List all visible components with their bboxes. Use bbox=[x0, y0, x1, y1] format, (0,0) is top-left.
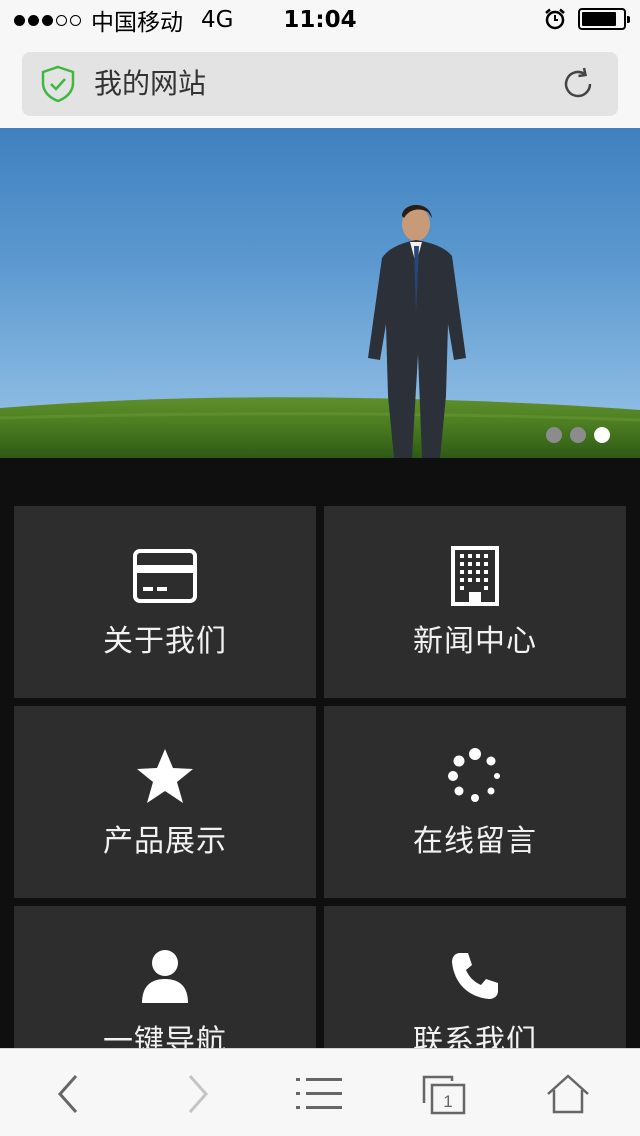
home-icon bbox=[547, 1074, 589, 1114]
carrier-name: 中国移动 bbox=[91, 10, 183, 36]
menu-tile-label: 产品展示 bbox=[103, 824, 227, 859]
chevron-left-icon bbox=[57, 1075, 78, 1113]
menu-tile-news[interactable]: 新闻中心 bbox=[324, 506, 626, 698]
carousel-dot-active[interactable] bbox=[594, 427, 610, 443]
menu-tile-message[interactable]: 在线留言 bbox=[324, 706, 626, 898]
tabs-count: 1 bbox=[443, 1092, 452, 1111]
spinner-icon bbox=[448, 748, 500, 802]
battery-level-fill bbox=[582, 12, 616, 26]
menu-tile-label: 在线留言 bbox=[413, 824, 537, 859]
hero-banner[interactable] bbox=[0, 128, 640, 458]
building-icon bbox=[451, 546, 499, 606]
alarm-icon bbox=[545, 8, 565, 30]
carousel-indicators[interactable] bbox=[546, 427, 610, 443]
reload-icon[interactable] bbox=[560, 66, 596, 102]
menu-tile-about[interactable]: 关于我们 bbox=[14, 506, 316, 698]
address-bar[interactable]: 我的网站 bbox=[22, 52, 618, 116]
menu-tile-label: 关于我们 bbox=[103, 624, 227, 659]
banner-image bbox=[0, 205, 640, 458]
tabs-button[interactable]: 1 bbox=[418, 1071, 470, 1117]
menu-button[interactable] bbox=[293, 1071, 345, 1117]
site-title: 我的网站 bbox=[94, 67, 207, 100]
carousel-dot[interactable] bbox=[546, 427, 562, 443]
home-button[interactable] bbox=[542, 1071, 594, 1117]
phone-icon bbox=[452, 953, 498, 999]
status-bar: 中国移动 4G 11:04 bbox=[0, 0, 640, 40]
signal-strength-icon bbox=[14, 14, 81, 26]
user-icon bbox=[142, 950, 188, 1003]
star-icon bbox=[137, 749, 193, 803]
chevron-right-icon bbox=[188, 1075, 209, 1113]
forward-button[interactable] bbox=[172, 1071, 224, 1117]
network-type: 4G bbox=[201, 7, 234, 33]
back-button[interactable] bbox=[42, 1071, 94, 1117]
browser-toolbar: 1 bbox=[0, 1048, 640, 1136]
menu-tile-label: 新闻中心 bbox=[413, 624, 537, 659]
battery-icon bbox=[578, 8, 630, 30]
tabs-icon: 1 bbox=[422, 1075, 466, 1115]
list-icon bbox=[296, 1078, 342, 1109]
carousel-dot[interactable] bbox=[570, 427, 586, 443]
browser-header: 我的网站 bbox=[0, 40, 640, 128]
menu-tile-products[interactable]: 产品展示 bbox=[14, 706, 316, 898]
card-icon bbox=[133, 549, 197, 603]
shield-check-icon bbox=[41, 65, 75, 103]
